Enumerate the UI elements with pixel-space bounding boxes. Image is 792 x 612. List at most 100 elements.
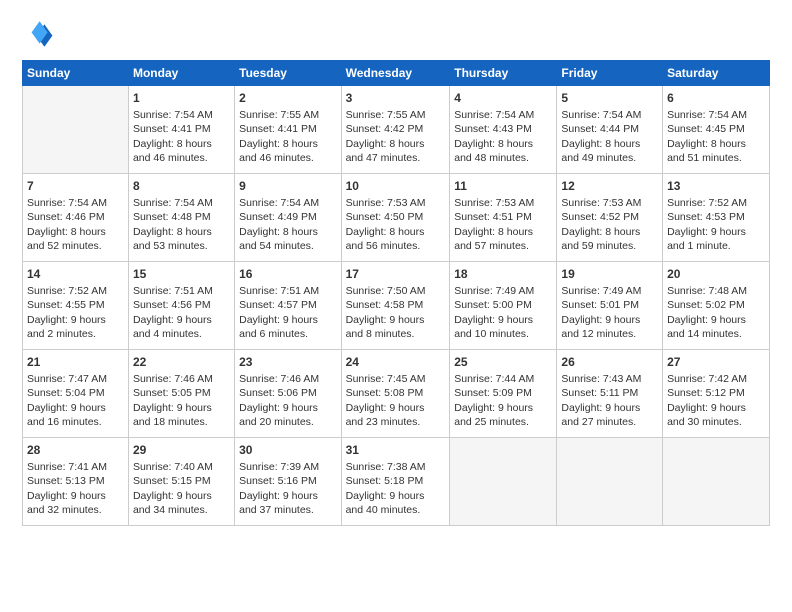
day-number: 13 bbox=[667, 178, 765, 194]
day-cell: 16 Sunrise: 7:51 AM Sunset: 4:57 PM Dayli… bbox=[235, 262, 341, 350]
day-number: 2 bbox=[239, 90, 336, 106]
day-number: 10 bbox=[346, 178, 446, 194]
day-info: Sunrise: 7:39 AM Sunset: 5:16 PM Dayligh… bbox=[239, 460, 336, 517]
day-cell: 9 Sunrise: 7:54 AM Sunset: 4:49 PM Daylig… bbox=[235, 174, 341, 262]
day-number: 23 bbox=[239, 354, 336, 370]
weekday-tuesday: Tuesday bbox=[235, 61, 341, 86]
page: SundayMondayTuesdayWednesdayThursdayFrid… bbox=[0, 0, 792, 612]
day-cell: 20 Sunrise: 7:48 AM Sunset: 5:02 PM Dayli… bbox=[663, 262, 770, 350]
day-number: 29 bbox=[133, 442, 230, 458]
day-cell: 31 Sunrise: 7:38 AM Sunset: 5:18 PM Dayli… bbox=[341, 438, 450, 526]
day-info: Sunrise: 7:54 AM Sunset: 4:49 PM Dayligh… bbox=[239, 196, 336, 253]
day-number: 18 bbox=[454, 266, 552, 282]
day-number: 7 bbox=[27, 178, 124, 194]
day-number: 24 bbox=[346, 354, 446, 370]
day-cell: 3Sunrise: 7:55 AM Sunset: 4:42 PM Daylig… bbox=[341, 86, 450, 174]
day-number: 5 bbox=[561, 90, 658, 106]
week-row-4: 28 Sunrise: 7:41 AM Sunset: 5:13 PM Dayli… bbox=[23, 438, 770, 526]
day-cell: 2 Sunrise: 7:55 AM Sunset: 4:41 PM Daylig… bbox=[235, 86, 341, 174]
day-info: Sunrise: 7:41 AM Sunset: 5:13 PM Dayligh… bbox=[27, 460, 124, 517]
day-cell: 5 Sunrise: 7:54 AM Sunset: 4:44 PM Daylig… bbox=[557, 86, 663, 174]
day-info: Sunrise: 7:40 AM Sunset: 5:15 PM Dayligh… bbox=[133, 460, 230, 517]
weekday-saturday: Saturday bbox=[663, 61, 770, 86]
day-info: Sunrise: 7:43 AM Sunset: 5:11 PM Dayligh… bbox=[561, 372, 658, 429]
day-number: 22 bbox=[133, 354, 230, 370]
day-cell: 13 Sunrise: 7:52 AM Sunset: 4:53 PM Dayli… bbox=[663, 174, 770, 262]
day-cell: 7 Sunrise: 7:54 AM Sunset: 4:46 PM Daylig… bbox=[23, 174, 129, 262]
day-cell bbox=[450, 438, 557, 526]
day-info: Sunrise: 7:55 AM Sunset: 4:41 PM Dayligh… bbox=[239, 108, 336, 165]
calendar-table: SundayMondayTuesdayWednesdayThursdayFrid… bbox=[22, 60, 770, 526]
day-number: 20 bbox=[667, 266, 765, 282]
day-info: Sunrise: 7:54 AM Sunset: 4:43 PM Dayligh… bbox=[454, 108, 552, 165]
week-row-0: 1Sunrise: 7:54 AM Sunset: 4:41 PM Daylig… bbox=[23, 86, 770, 174]
day-cell: 12Sunrise: 7:53 AM Sunset: 4:52 PM Dayli… bbox=[557, 174, 663, 262]
day-cell: 17Sunrise: 7:50 AM Sunset: 4:58 PM Dayli… bbox=[341, 262, 450, 350]
day-number: 1 bbox=[133, 90, 230, 106]
day-cell: 28 Sunrise: 7:41 AM Sunset: 5:13 PM Dayli… bbox=[23, 438, 129, 526]
week-row-3: 21 Sunrise: 7:47 AM Sunset: 5:04 PM Dayli… bbox=[23, 350, 770, 438]
day-info: Sunrise: 7:44 AM Sunset: 5:09 PM Dayligh… bbox=[454, 372, 552, 429]
day-number: 19 bbox=[561, 266, 658, 282]
day-number: 30 bbox=[239, 442, 336, 458]
day-number: 6 bbox=[667, 90, 765, 106]
day-number: 31 bbox=[346, 442, 446, 458]
day-info: Sunrise: 7:42 AM Sunset: 5:12 PM Dayligh… bbox=[667, 372, 765, 429]
day-cell: 1Sunrise: 7:54 AM Sunset: 4:41 PM Daylig… bbox=[128, 86, 234, 174]
weekday-thursday: Thursday bbox=[450, 61, 557, 86]
day-number: 9 bbox=[239, 178, 336, 194]
day-info: Sunrise: 7:52 AM Sunset: 4:53 PM Dayligh… bbox=[667, 196, 765, 253]
day-cell: 8 Sunrise: 7:54 AM Sunset: 4:48 PM Daylig… bbox=[128, 174, 234, 262]
day-cell: 29 Sunrise: 7:40 AM Sunset: 5:15 PM Dayli… bbox=[128, 438, 234, 526]
day-cell: 24 Sunrise: 7:45 AM Sunset: 5:08 PM Dayli… bbox=[341, 350, 450, 438]
day-info: Sunrise: 7:54 AM Sunset: 4:45 PM Dayligh… bbox=[667, 108, 765, 165]
day-info: Sunrise: 7:54 AM Sunset: 4:44 PM Dayligh… bbox=[561, 108, 658, 165]
day-number: 14 bbox=[27, 266, 124, 282]
day-info: Sunrise: 7:53 AM Sunset: 4:52 PM Dayligh… bbox=[561, 196, 658, 253]
day-cell: 21 Sunrise: 7:47 AM Sunset: 5:04 PM Dayli… bbox=[23, 350, 129, 438]
week-row-1: 7 Sunrise: 7:54 AM Sunset: 4:46 PM Daylig… bbox=[23, 174, 770, 262]
day-number: 11 bbox=[454, 178, 552, 194]
day-number: 25 bbox=[454, 354, 552, 370]
calendar-body: 1Sunrise: 7:54 AM Sunset: 4:41 PM Daylig… bbox=[23, 86, 770, 526]
day-info: Sunrise: 7:51 AM Sunset: 4:56 PM Dayligh… bbox=[133, 284, 230, 341]
day-cell: 22 Sunrise: 7:46 AM Sunset: 5:05 PM Dayli… bbox=[128, 350, 234, 438]
week-row-2: 14 Sunrise: 7:52 AM Sunset: 4:55 PM Dayli… bbox=[23, 262, 770, 350]
day-cell: 26 Sunrise: 7:43 AM Sunset: 5:11 PM Dayli… bbox=[557, 350, 663, 438]
weekday-friday: Friday bbox=[557, 61, 663, 86]
day-number: 15 bbox=[133, 266, 230, 282]
day-cell: 18Sunrise: 7:49 AM Sunset: 5:00 PM Dayli… bbox=[450, 262, 557, 350]
day-cell bbox=[663, 438, 770, 526]
day-number: 26 bbox=[561, 354, 658, 370]
day-number: 4 bbox=[454, 90, 552, 106]
day-cell: 30 Sunrise: 7:39 AM Sunset: 5:16 PM Dayli… bbox=[235, 438, 341, 526]
weekday-sunday: Sunday bbox=[23, 61, 129, 86]
day-info: Sunrise: 7:54 AM Sunset: 4:46 PM Dayligh… bbox=[27, 196, 124, 253]
day-info: Sunrise: 7:45 AM Sunset: 5:08 PM Dayligh… bbox=[346, 372, 446, 429]
day-info: Sunrise: 7:54 AM Sunset: 4:48 PM Dayligh… bbox=[133, 196, 230, 253]
weekday-header: SundayMondayTuesdayWednesdayThursdayFrid… bbox=[23, 61, 770, 86]
weekday-wednesday: Wednesday bbox=[341, 61, 450, 86]
day-info: Sunrise: 7:50 AM Sunset: 4:58 PM Dayligh… bbox=[346, 284, 446, 341]
day-cell: 27 Sunrise: 7:42 AM Sunset: 5:12 PM Dayli… bbox=[663, 350, 770, 438]
day-info: Sunrise: 7:46 AM Sunset: 5:06 PM Dayligh… bbox=[239, 372, 336, 429]
day-number: 8 bbox=[133, 178, 230, 194]
day-info: Sunrise: 7:47 AM Sunset: 5:04 PM Dayligh… bbox=[27, 372, 124, 429]
day-info: Sunrise: 7:52 AM Sunset: 4:55 PM Dayligh… bbox=[27, 284, 124, 341]
day-number: 28 bbox=[27, 442, 124, 458]
day-cell: 10Sunrise: 7:53 AM Sunset: 4:50 PM Dayli… bbox=[341, 174, 450, 262]
day-info: Sunrise: 7:46 AM Sunset: 5:05 PM Dayligh… bbox=[133, 372, 230, 429]
weekday-monday: Monday bbox=[128, 61, 234, 86]
day-cell bbox=[557, 438, 663, 526]
day-number: 16 bbox=[239, 266, 336, 282]
day-cell: 14 Sunrise: 7:52 AM Sunset: 4:55 PM Dayli… bbox=[23, 262, 129, 350]
day-cell: 25 Sunrise: 7:44 AM Sunset: 5:09 PM Dayli… bbox=[450, 350, 557, 438]
day-info: Sunrise: 7:48 AM Sunset: 5:02 PM Dayligh… bbox=[667, 284, 765, 341]
day-number: 21 bbox=[27, 354, 124, 370]
header bbox=[22, 18, 770, 50]
day-cell bbox=[23, 86, 129, 174]
day-cell: 19Sunrise: 7:49 AM Sunset: 5:01 PM Dayli… bbox=[557, 262, 663, 350]
day-info: Sunrise: 7:38 AM Sunset: 5:18 PM Dayligh… bbox=[346, 460, 446, 517]
day-number: 27 bbox=[667, 354, 765, 370]
day-info: Sunrise: 7:51 AM Sunset: 4:57 PM Dayligh… bbox=[239, 284, 336, 341]
